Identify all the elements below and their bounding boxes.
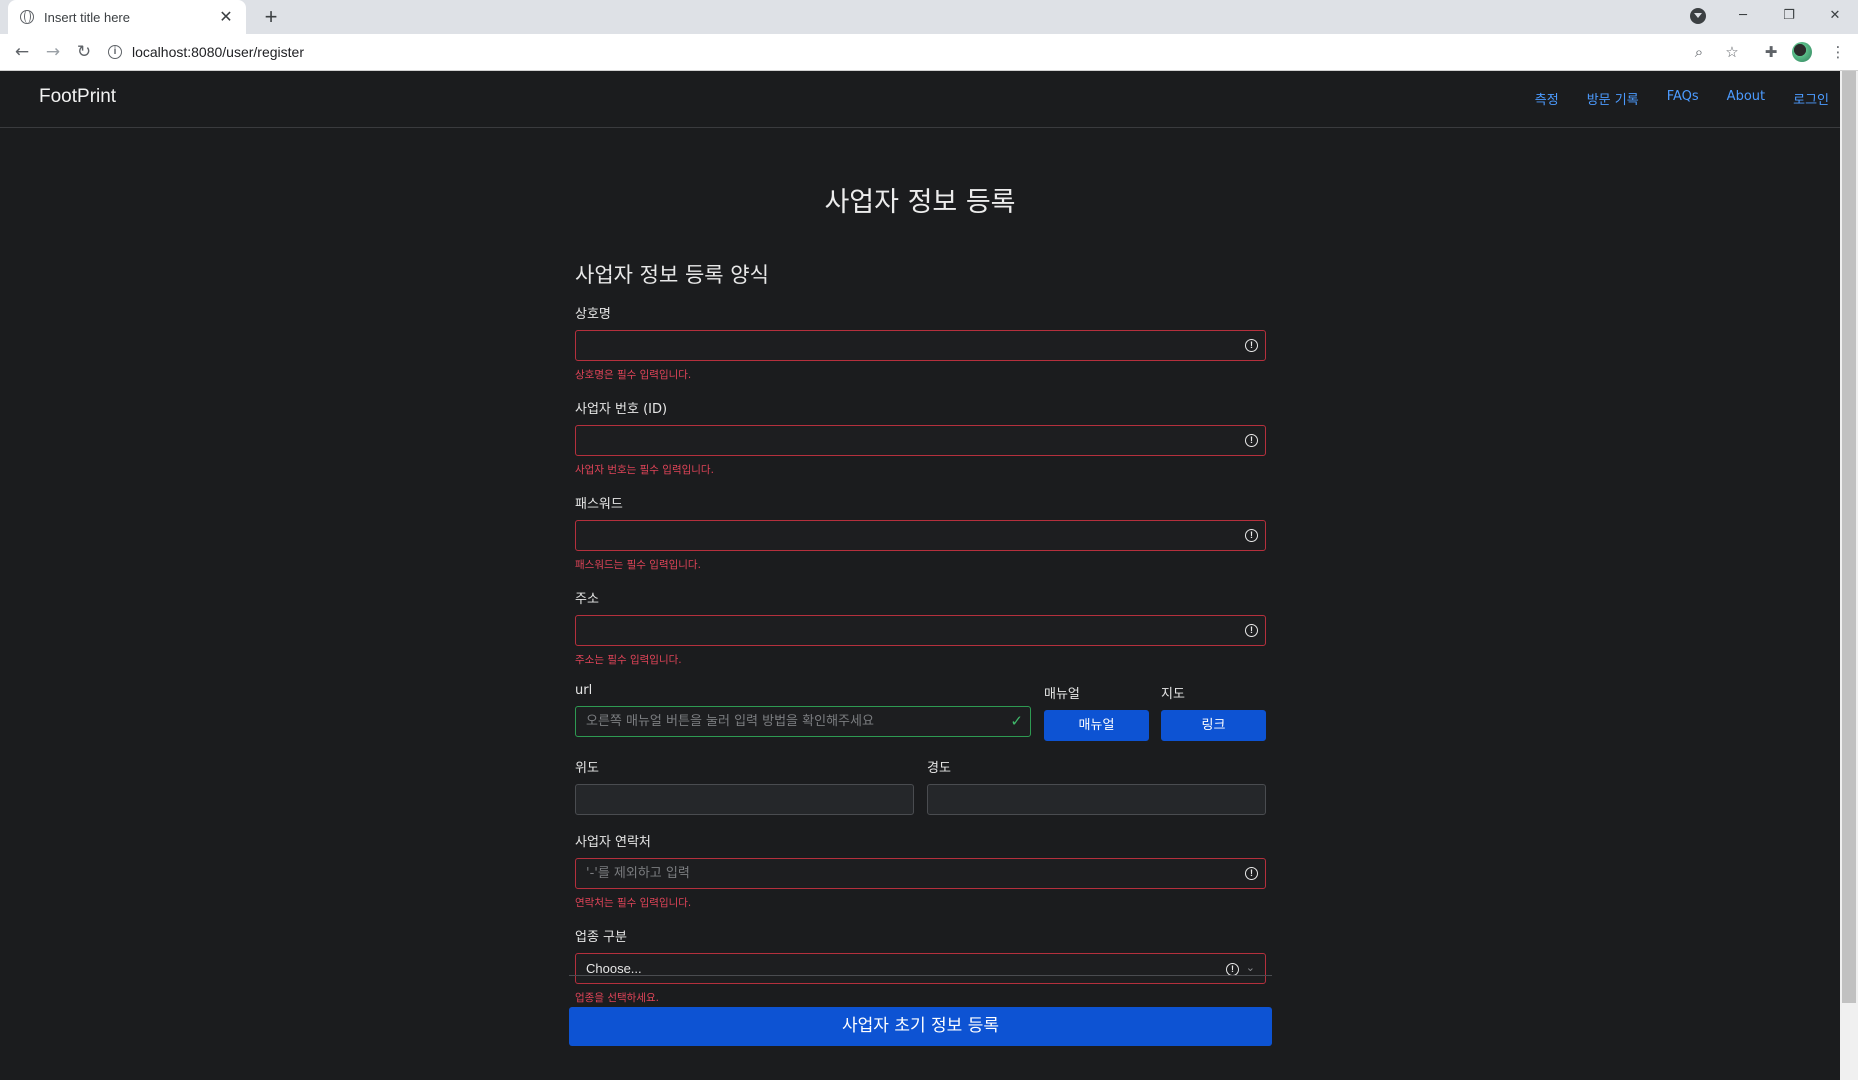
error-icon: ! <box>1245 867 1258 880</box>
manual-group: 매뉴얼 매뉴얼 <box>1044 683 1149 741</box>
contact-group: 사업자 연락처 ! 연락처는 필수 입력입니다. <box>575 831 1266 910</box>
forward-icon[interactable]: → <box>41 40 65 64</box>
nav-link-history[interactable]: 방문 기록 <box>1587 89 1639 108</box>
business-id-error: 사업자 번호는 필수 입력입니다. <box>575 464 714 476</box>
url-group: url ✓ <box>575 683 1031 741</box>
business-id-input[interactable] <box>575 425 1266 456</box>
restore-icon[interactable]: ❐ <box>1766 8 1812 23</box>
map-group: 지도 링크 <box>1161 683 1266 741</box>
tab-search-icon[interactable] <box>1690 8 1706 24</box>
reload-icon[interactable]: ↻ <box>72 40 96 64</box>
menu-icon[interactable]: ⋮ <box>1826 40 1850 64</box>
manual-label: 매뉴얼 <box>1044 687 1080 702</box>
minimize-icon[interactable]: ─ <box>1720 8 1766 23</box>
nav-link-measure[interactable]: 측정 <box>1535 89 1559 108</box>
url-input[interactable] <box>575 706 1031 737</box>
bookmark-star-icon[interactable]: ☆ <box>1720 40 1744 64</box>
company-name-group: 상호명 ! 상호명은 필수 입력입니다. <box>575 303 1266 382</box>
address-error: 주소는 필수 입력입니다. <box>575 654 682 666</box>
category-group: 업종 구분 Choose... ! ⌄ 업종을 선택하세요. <box>575 926 1266 1005</box>
nav-link-faqs[interactable]: FAQs <box>1667 89 1699 108</box>
check-icon: ✓ <box>1010 712 1023 730</box>
latitude-label: 위도 <box>575 761 599 776</box>
error-icon: ! <box>1245 434 1258 447</box>
form-divider <box>569 975 1272 976</box>
manual-button[interactable]: 매뉴얼 <box>1044 710 1149 741</box>
back-icon[interactable]: ← <box>10 40 34 64</box>
scrollbar-thumb[interactable] <box>1842 71 1856 1003</box>
nav-link-about[interactable]: About <box>1727 89 1765 108</box>
map-label: 지도 <box>1161 687 1185 702</box>
globe-icon <box>20 10 34 24</box>
error-icon: ! <box>1245 339 1258 352</box>
brand-logo[interactable]: FootPrint <box>39 86 116 108</box>
password-input[interactable] <box>575 520 1266 551</box>
profile-avatar[interactable] <box>1792 42 1812 62</box>
register-form: 사업자 정보 등록 양식 상호명 ! 상호명은 필수 입력입니다. 사업자 번호… <box>575 259 1266 1021</box>
address-input[interactable] <box>575 615 1266 646</box>
url-row: url ✓ 매뉴얼 매뉴얼 지도 링크 <box>575 683 1266 741</box>
chevron-down-icon: ⌄ <box>1245 962 1255 974</box>
contact-input[interactable] <box>575 858 1266 889</box>
page-content: FootPrint 측정 방문 기록 FAQs About 로그인 사업자 정보… <box>0 71 1840 1080</box>
business-id-group: 사업자 번호 (ID) ! 사업자 번호는 필수 입력입니다. <box>575 398 1266 477</box>
address-label: 주소 <box>575 592 599 607</box>
password-group: 패스워드 ! 패스워드는 필수 입력입니다. <box>575 493 1266 572</box>
category-select[interactable]: Choose... ! ⌄ <box>575 953 1266 984</box>
coords-row: 위도 경도 <box>575 757 1266 815</box>
browser-tab[interactable]: Insert title here ✕ <box>8 0 246 34</box>
page-scrollbar[interactable] <box>1840 71 1858 1080</box>
longitude-group: 경도 <box>927 757 1266 815</box>
page-title: 사업자 정보 등록 <box>824 187 1016 218</box>
longitude-input[interactable] <box>927 784 1266 815</box>
category-error: 업종을 선택하세요. <box>575 992 659 1004</box>
category-selected-value: Choose... <box>586 961 642 976</box>
contact-label: 사업자 연락처 <box>575 835 651 850</box>
password-label: 패스워드 <box>575 497 623 512</box>
address-group: 주소 ! 주소는 필수 입력입니다. <box>575 588 1266 667</box>
contact-error: 연락처는 필수 입력입니다. <box>575 897 692 909</box>
url-label: url <box>575 683 593 698</box>
site-navbar: FootPrint 측정 방문 기록 FAQs About 로그인 <box>0 71 1840 128</box>
business-id-label: 사업자 번호 (ID) <box>575 402 668 417</box>
category-label: 업종 구분 <box>575 930 627 945</box>
extensions-icon[interactable]: ✚ <box>1759 40 1783 64</box>
zoom-icon[interactable]: ⌕ <box>1687 40 1711 64</box>
window-close-icon[interactable]: ✕ <box>1812 8 1858 23</box>
tab-close-icon[interactable]: ✕ <box>218 7 234 27</box>
company-name-label: 상호명 <box>575 307 611 322</box>
nav-links: 측정 방문 기록 FAQs About 로그인 <box>1507 89 1829 108</box>
submit-button[interactable]: 사업자 초기 정보 등록 <box>569 1007 1272 1046</box>
map-link-button[interactable]: 링크 <box>1161 710 1266 741</box>
new-tab-button[interactable]: + <box>258 4 284 30</box>
password-error: 패스워드는 필수 입력입니다. <box>575 559 701 571</box>
browser-tabstrip: Insert title here ✕ + ─ ❐ ✕ <box>0 0 1858 34</box>
nav-link-login[interactable]: 로그인 <box>1793 89 1829 108</box>
company-name-error: 상호명은 필수 입력입니다. <box>575 369 692 381</box>
error-icon: ! <box>1245 529 1258 542</box>
latitude-group: 위도 <box>575 757 914 815</box>
latitude-input[interactable] <box>575 784 914 815</box>
tab-title: Insert title here <box>44 9 130 25</box>
company-name-input[interactable] <box>575 330 1266 361</box>
error-icon: ! <box>1245 624 1258 637</box>
browser-toolbar: ← → ↻ i localhost:8080/user/register ⌕ ☆… <box>0 34 1858 71</box>
form-heading: 사업자 정보 등록 양식 <box>575 263 769 287</box>
longitude-label: 경도 <box>927 761 951 776</box>
window-controls: ─ ❐ ✕ <box>1720 0 1858 30</box>
url-text[interactable]: localhost:8080/user/register <box>132 44 304 60</box>
address-bar[interactable]: i localhost:8080/user/register <box>108 38 1708 66</box>
site-info-icon[interactable]: i <box>108 45 122 59</box>
